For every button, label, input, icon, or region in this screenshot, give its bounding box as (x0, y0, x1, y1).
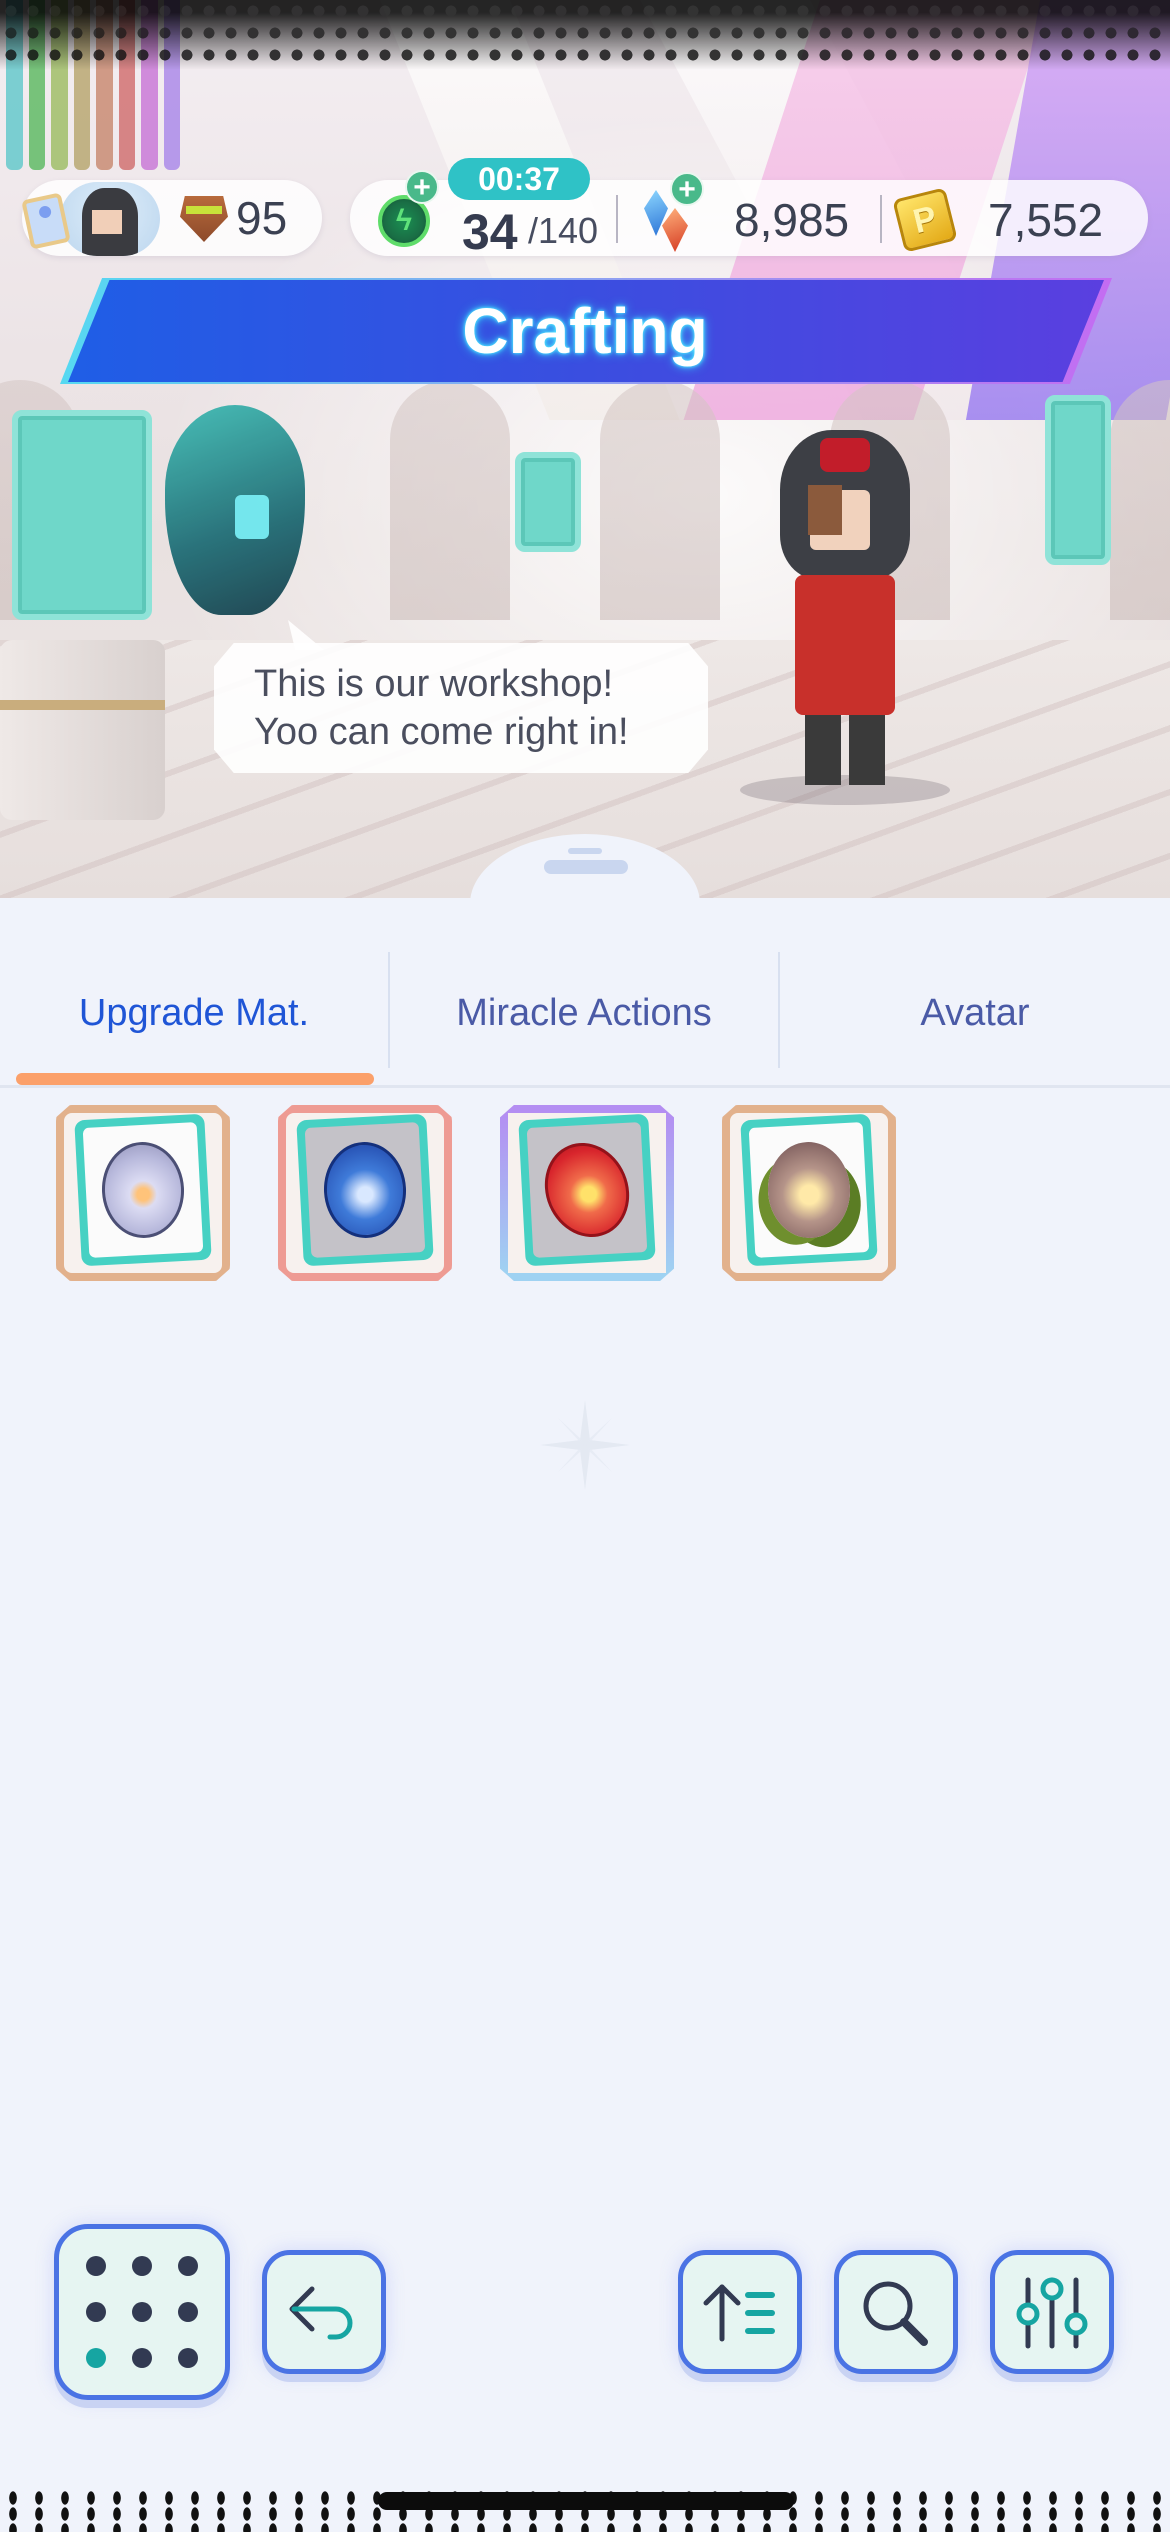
add-gems-button[interactable]: + (670, 172, 704, 206)
dialog-line-2: Yoo can come right in! (254, 711, 629, 753)
blueprint-board (515, 452, 581, 552)
red-orb-icon (530, 1129, 644, 1251)
shirt-blueprint-board (12, 410, 152, 620)
tab-divider (778, 952, 780, 1068)
coins-value: 7,552 (988, 194, 1104, 246)
blue-orb-icon (321, 1139, 409, 1241)
empty-sparkle-icon (540, 1400, 630, 1490)
tab-divider (388, 952, 390, 1068)
search-icon (863, 2281, 928, 2346)
back-button[interactable] (262, 2250, 386, 2374)
grid-menu-icon (86, 2256, 198, 2368)
list-item-red-orb[interactable] (500, 1105, 674, 1281)
search-button[interactable] (834, 2250, 958, 2374)
blueprint-board (1045, 395, 1111, 565)
page-title: Crafting (462, 295, 708, 367)
list-item-seed-orb[interactable] (722, 1105, 896, 1281)
stamina-timer: 00:37 (448, 158, 590, 200)
stamina-max: /140 (528, 210, 599, 251)
hud-divider (880, 195, 882, 243)
filter-sliders-icon (1016, 2277, 1088, 2349)
silver-orb-icon (99, 1139, 187, 1241)
top-diamond-pattern (0, 0, 1170, 70)
gems-value: 8,985 (734, 194, 850, 246)
stamina-current: 34 (462, 204, 518, 260)
category-tabs: Upgrade Mat. Miracle Actions Avatar (0, 950, 1170, 1086)
material-list (56, 1105, 896, 1281)
player-avatar-character[interactable] (780, 430, 910, 790)
list-item-silver-orb[interactable] (56, 1105, 230, 1281)
dialog-line-1: This is our workshop! (254, 663, 614, 705)
active-tab-indicator (16, 1073, 374, 1085)
tab-upgrade-mat[interactable]: Upgrade Mat. (0, 950, 388, 1076)
tab-miracle-actions[interactable]: Miracle Actions (390, 950, 778, 1076)
pedestal (0, 640, 165, 820)
sort-ascending-icon (703, 2284, 775, 2342)
add-stamina-button[interactable]: + (405, 170, 439, 204)
speech-bubble-text: This is our workshop! Yoo can come right… (254, 660, 694, 756)
hud-divider (616, 195, 618, 243)
filter-button[interactable] (990, 2250, 1114, 2374)
tabs-baseline (0, 1085, 1170, 1088)
player-avatar[interactable] (60, 182, 160, 256)
menu-button[interactable] (54, 2224, 230, 2400)
sheet-handle-small[interactable] (568, 848, 602, 854)
npc-robot-character[interactable] (165, 405, 305, 615)
sheet-drag-handle[interactable] (544, 860, 628, 874)
back-arrow-icon (289, 2286, 353, 2340)
tab-avatar[interactable]: Avatar (780, 950, 1170, 1076)
list-item-blue-orb[interactable] (278, 1105, 452, 1281)
sort-button[interactable] (678, 2250, 802, 2374)
home-indicator[interactable] (378, 2492, 794, 2510)
seed-orb-icon (765, 1139, 853, 1241)
rank-value: 95 (236, 192, 288, 244)
